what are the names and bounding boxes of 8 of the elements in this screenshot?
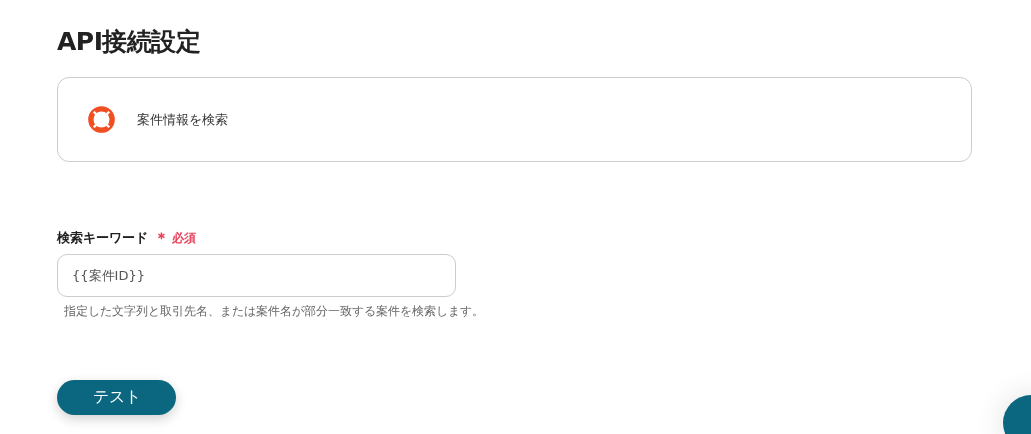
action-name: 案件情報を検索 [137, 110, 228, 129]
field-label: 検索キーワード [57, 229, 148, 247]
keyword-field[interactable]: {{案件ID}} [57, 254, 456, 297]
required-label: ＊ 必須 [154, 228, 196, 248]
test-button[interactable]: テスト [57, 380, 176, 415]
page-title: API接続設定 [57, 26, 202, 58]
lifebuoy-icon [86, 104, 117, 135]
field-help: 指定した文字列と取引先名、または案件名が部分一致する案件を検索します。 [63, 303, 485, 320]
